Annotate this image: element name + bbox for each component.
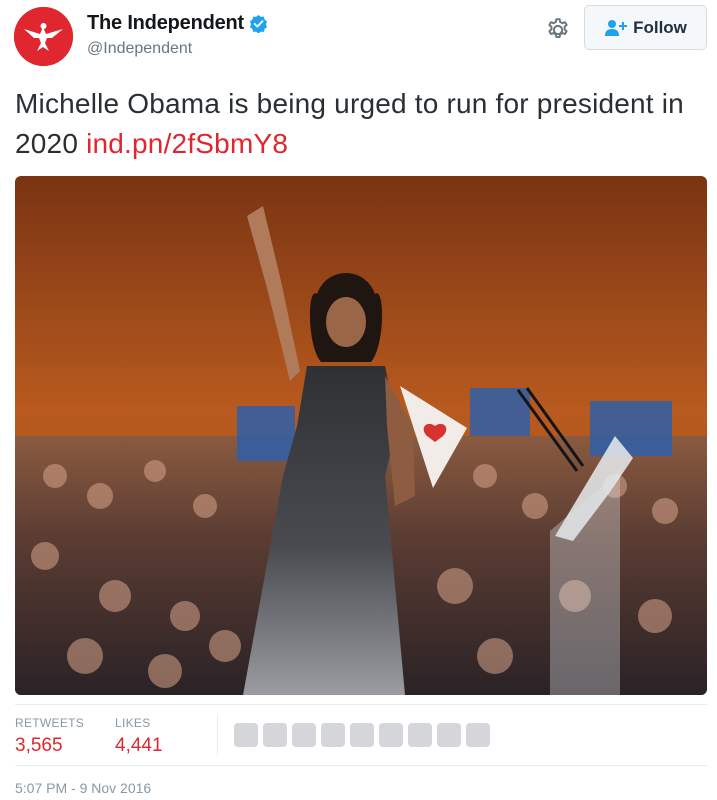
likes-label: LIKES — [115, 716, 151, 730]
liker-avatar[interactable] — [350, 723, 374, 747]
likes-stat[interactable]: LIKES 4,441 — [115, 716, 163, 757]
follow-button[interactable]: Follow — [584, 5, 707, 50]
add-user-icon — [605, 19, 628, 36]
retweets-label: RETWEETS — [15, 716, 85, 730]
retweets-stat[interactable]: RETWEETS 3,565 — [15, 716, 84, 757]
liker-avatar[interactable] — [466, 723, 490, 747]
liker-avatar[interactable] — [437, 723, 461, 747]
verified-badge-icon — [249, 14, 268, 33]
name-row: The Independent — [87, 12, 268, 35]
likes-count: 4,441 — [115, 735, 163, 756]
tweet-stats: RETWEETS 3,565 LIKES 4,441 — [15, 704, 707, 766]
avatar[interactable] — [14, 7, 73, 66]
liker-avatar[interactable] — [379, 723, 403, 747]
photo-illustration — [15, 176, 707, 695]
gear-icon[interactable] — [545, 17, 571, 43]
tweet-photo[interactable] — [15, 176, 707, 695]
tweet-text: Michelle Obama is being urged to run for… — [15, 84, 705, 164]
liker-avatars — [234, 723, 495, 747]
liker-avatar[interactable] — [321, 723, 345, 747]
tweet-link[interactable]: ind.pn/2fSbmY8 — [86, 128, 288, 159]
liker-avatar[interactable] — [292, 723, 316, 747]
display-name[interactable]: The Independent — [87, 12, 244, 35]
liker-avatar[interactable] — [234, 723, 258, 747]
handle[interactable]: @Independent — [87, 40, 192, 58]
retweets-count: 3,565 — [15, 735, 63, 756]
tweet-header: The Independent @Independent Follow — [0, 0, 717, 70]
follow-label: Follow — [633, 17, 687, 37]
stats-divider — [217, 715, 218, 755]
liker-avatar[interactable] — [263, 723, 287, 747]
liker-avatar[interactable] — [408, 723, 432, 747]
tweet-timestamp[interactable]: 5:07 PM - 9 Nov 2016 — [15, 780, 151, 796]
eagle-logo-icon — [14, 7, 73, 66]
